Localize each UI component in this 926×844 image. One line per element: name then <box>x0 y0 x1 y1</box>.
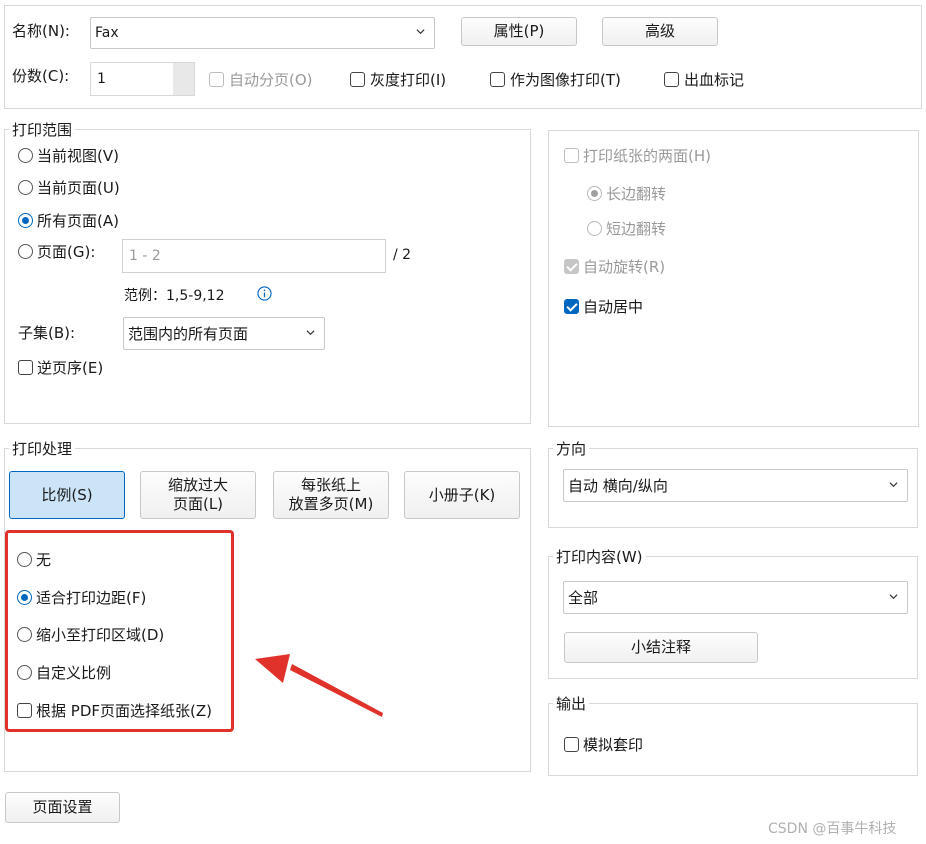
tab-scale-label: 比例(S) <box>41 485 93 504</box>
orientation-value: 自动 横向/纵向 <box>568 477 668 495</box>
pages-input[interactable]: 1 - 2 <box>122 239 386 273</box>
auto-rotate-checkbox[interactable] <box>564 259 579 274</box>
info-icon[interactable] <box>257 286 272 301</box>
collate-label: 自动分页(O) <box>229 71 313 89</box>
tab-multiple-line2: 放置多页(M) <box>288 495 374 513</box>
subset-value: 范围内的所有页面 <box>128 325 249 343</box>
print-as-image-label: 作为图像打印(T) <box>510 71 621 89</box>
orientation-legend: 方向 <box>553 440 590 458</box>
simulate-overprint-label: 模拟套印 <box>583 736 644 754</box>
collate-checkbox[interactable] <box>209 72 224 87</box>
pages-radio[interactable] <box>18 244 33 259</box>
content-value: 全部 <box>568 589 599 607</box>
scale-none-label: 无 <box>36 551 52 569</box>
long-edge-label: 长边翻转 <box>606 185 667 203</box>
chevron-down-icon <box>889 481 898 487</box>
pages-placeholder: 1 - 2 <box>129 248 161 264</box>
name-label: 名称(N): <box>12 22 70 40</box>
all-pages-label: 所有页面(A) <box>37 212 119 230</box>
tab-booklet[interactable]: 小册子(K) <box>404 471 520 519</box>
copies-value: 1 <box>97 71 106 87</box>
current-page-label: 当前页面(U) <box>37 179 120 197</box>
page-setup-button[interactable]: 页面设置 <box>5 792 120 823</box>
choose-paper-checkbox[interactable] <box>17 703 32 718</box>
tab-multiple-pages[interactable]: 每张纸上 放置多页(M) <box>273 471 389 519</box>
both-sides-label: 打印纸张的两面(H) <box>583 147 711 165</box>
tab-multiple-line1: 每张纸上 <box>300 476 361 494</box>
chevron-down-icon <box>416 29 425 35</box>
print-as-image-checkbox[interactable] <box>490 72 505 87</box>
shrink-to-area-radio[interactable] <box>17 627 32 642</box>
bleed-marks-label: 出血标记 <box>684 71 745 89</box>
grayscale-label: 灰度打印(I) <box>370 71 447 89</box>
fit-margins-label: 适合打印边距(F) <box>36 589 147 607</box>
reverse-pages-label: 逆页序(E) <box>37 359 104 377</box>
copies-label: 份数(C): <box>12 67 70 85</box>
long-edge-radio[interactable] <box>587 186 602 201</box>
orientation-select[interactable]: 自动 横向/纵向 <box>563 469 908 502</box>
auto-center-checkbox[interactable] <box>564 299 579 314</box>
current-view-radio[interactable] <box>18 148 33 163</box>
properties-button[interactable]: 属性(P) <box>461 17 577 46</box>
printer-select[interactable]: Fax <box>90 17 435 49</box>
chevron-down-icon <box>889 593 898 599</box>
duplex-group <box>548 130 919 427</box>
print-handling-legend: 打印处理 <box>9 440 76 458</box>
shrink-to-area-label: 缩小至打印区域(D) <box>36 626 165 644</box>
printer-name: Fax <box>95 25 119 41</box>
auto-rotate-label: 自动旋转(R) <box>583 258 666 276</box>
tab-shrink-oversized[interactable]: 缩放过大 页面(L) <box>140 471 256 519</box>
current-page-radio[interactable] <box>18 180 33 195</box>
both-sides-checkbox[interactable] <box>564 148 579 163</box>
chevron-down-icon <box>306 329 315 335</box>
output-legend: 输出 <box>553 695 590 713</box>
custom-scale-radio[interactable] <box>17 665 32 680</box>
scale-none-radio[interactable] <box>17 552 32 567</box>
print-content-legend: 打印内容(W) <box>553 548 646 566</box>
range-example: 范例：1,5-9,12 <box>124 288 225 304</box>
tab-shrink-line1: 缩放过大 <box>167 476 228 494</box>
copies-spinner[interactable] <box>173 63 194 95</box>
tab-shrink-line2: 页面(L) <box>172 495 224 513</box>
simulate-overprint-checkbox[interactable] <box>564 737 579 752</box>
custom-scale-label: 自定义比例 <box>36 664 112 682</box>
grayscale-checkbox[interactable] <box>350 72 365 87</box>
choose-paper-label: 根据 PDF页面选择纸张(Z) <box>36 702 212 720</box>
bleed-marks-checkbox[interactable] <box>664 72 679 87</box>
watermark: CSDN @百事牛科技 <box>768 821 897 837</box>
short-edge-label: 短边翻转 <box>606 220 667 238</box>
content-select[interactable]: 全部 <box>563 581 908 614</box>
tab-scale[interactable]: 比例(S) <box>9 471 125 519</box>
all-pages-radio[interactable] <box>18 213 33 228</box>
total-pages: / 2 <box>393 247 412 263</box>
fit-margins-radio[interactable] <box>17 590 32 605</box>
current-view-label: 当前视图(V) <box>37 147 119 165</box>
auto-center-label: 自动居中 <box>583 298 644 316</box>
print-range-group <box>4 129 531 424</box>
advanced-button[interactable]: 高级 <box>602 17 718 46</box>
summarize-comments-button[interactable]: 小结注释 <box>564 632 758 663</box>
short-edge-radio[interactable] <box>587 221 602 236</box>
subset-label: 子集(B): <box>18 324 76 342</box>
pages-label: 页面(G): <box>37 243 96 261</box>
print-range-legend: 打印范围 <box>9 121 76 139</box>
reverse-pages-checkbox[interactable] <box>18 360 33 375</box>
subset-select[interactable]: 范围内的所有页面 <box>123 317 325 350</box>
tab-booklet-label: 小册子(K) <box>428 485 496 504</box>
